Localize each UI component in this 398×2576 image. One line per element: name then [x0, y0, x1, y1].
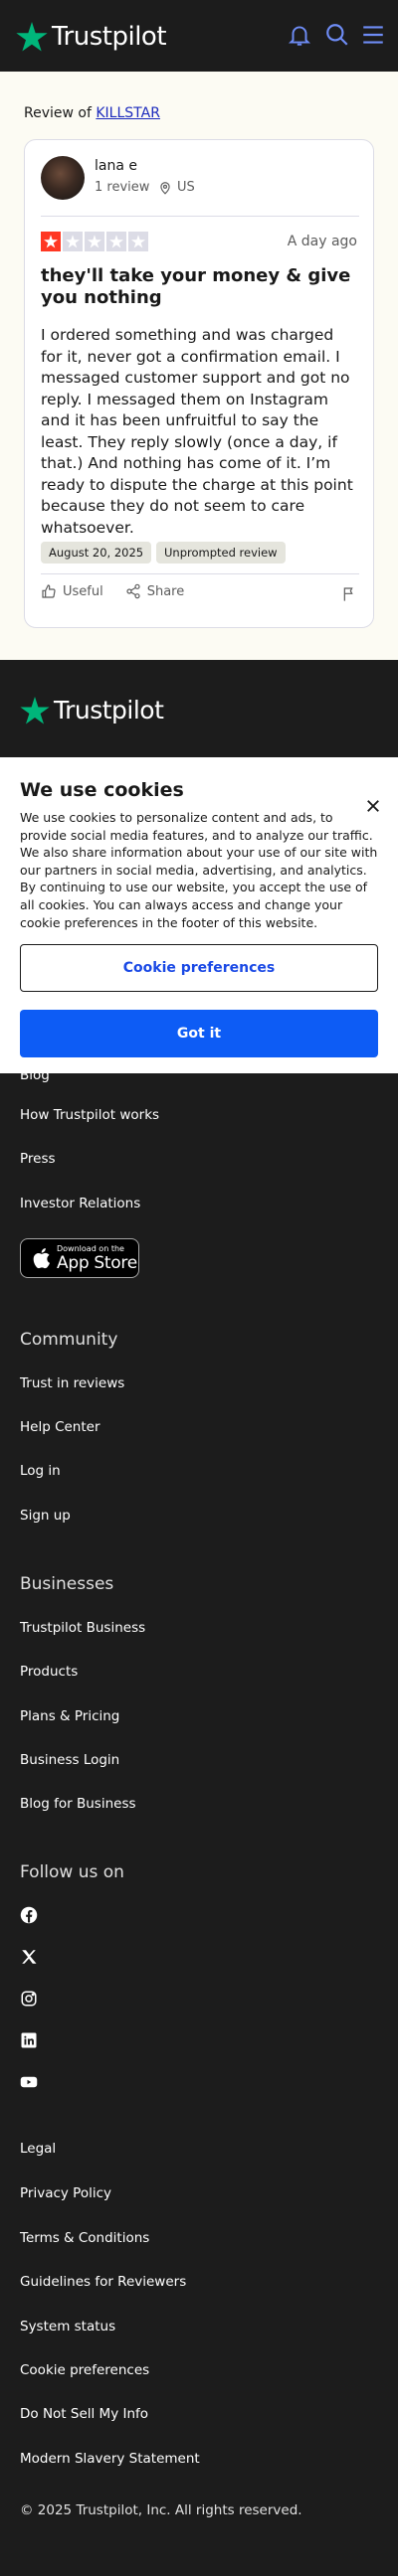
review-date: A day ago	[287, 234, 357, 249]
review-card: lana e 1 review US A day ago they'll tak…	[24, 139, 374, 628]
cookie-banner: We use cookies We use cookies to persona…	[0, 757, 398, 1073]
footer-link-trust-in-reviews[interactable]: Trust in reviews	[20, 1375, 124, 1391]
footer-heading-businesses: Businesses	[20, 1574, 114, 1594]
facebook-icon[interactable]	[20, 1906, 38, 1924]
review-of-line: Review of KILLSTAR	[24, 105, 160, 121]
cookie-banner-title: We use cookies	[20, 779, 184, 801]
linkedin-icon[interactable]	[20, 2031, 38, 2049]
footer-link-privacy-policy[interactable]: Privacy Policy	[20, 2185, 111, 2201]
instagram-icon[interactable]	[20, 1990, 38, 2008]
x-icon[interactable]	[20, 1948, 38, 1966]
footer-link-trustpilot-business[interactable]: Trustpilot Business	[20, 1620, 145, 1636]
footer-link-sign-up[interactable]: Sign up	[20, 1508, 71, 1524]
brand-name: Trustpilot	[52, 22, 167, 52]
thumbs-up-icon	[42, 584, 56, 598]
reviewer-name[interactable]: lana e	[95, 158, 137, 174]
copyright: © 2025 Trustpilot, Inc. All rights reser…	[20, 2502, 302, 2518]
review-actions: Useful Share	[41, 583, 184, 599]
flag-icon[interactable]	[341, 585, 357, 603]
star-filled-icon	[41, 232, 61, 251]
share-label: Share	[146, 583, 185, 599]
divider	[41, 216, 359, 217]
got-it-button[interactable]: Got it	[20, 1010, 378, 1057]
footer-brand-name: Trustpilot	[54, 696, 164, 724]
footer-heading-community: Community	[20, 1330, 118, 1350]
search-icon[interactable]	[324, 22, 350, 48]
footer-link-blog-for-business[interactable]: Blog for Business	[20, 1796, 136, 1812]
footer-link-products[interactable]: Products	[20, 1664, 78, 1680]
experience-date-badge: August 20, 2025	[41, 542, 152, 564]
footer-link-business-login[interactable]: Business Login	[20, 1752, 119, 1768]
app-store-big-text: App Store	[57, 1253, 137, 1273]
bell-icon[interactable]	[287, 22, 312, 48]
star-empty-icon	[106, 232, 126, 251]
unprompted-review-badge[interactable]: Unprompted review	[156, 542, 286, 564]
star-empty-icon	[128, 232, 148, 251]
trustpilot-star-icon	[16, 22, 48, 52]
review-title[interactable]: they'll take your money & give you nothi…	[41, 265, 359, 309]
trustpilot-logo[interactable]: Trustpilot	[16, 22, 167, 52]
footer-link-do-not-sell[interactable]: Do Not Sell My Info	[20, 2406, 148, 2422]
star-empty-icon	[85, 232, 104, 251]
company-link[interactable]: KILLSTAR	[96, 105, 160, 121]
menu-icon[interactable]	[360, 22, 386, 48]
star-rating	[41, 232, 148, 251]
location-pin-icon	[160, 181, 170, 195]
reviewer-review-count: 1 review	[95, 180, 150, 195]
cookie-preferences-button[interactable]: Cookie preferences	[20, 944, 378, 992]
useful-label: Useful	[63, 583, 103, 599]
share-button[interactable]: Share	[125, 583, 185, 599]
share-icon	[126, 583, 140, 599]
country-code: US	[177, 180, 195, 195]
trustpilot-star-icon	[20, 696, 50, 724]
footer-link-how-it-works[interactable]: How Trustpilot works	[20, 1107, 159, 1123]
footer-link-system-status[interactable]: System status	[20, 2319, 115, 2334]
app-store-badge[interactable]: Download on the App Store	[20, 1238, 139, 1278]
youtube-icon[interactable]	[20, 2073, 38, 2091]
useful-button[interactable]: Useful	[41, 583, 103, 599]
footer-link-cookie-preferences[interactable]: Cookie preferences	[20, 2362, 149, 2378]
site-header: Trustpilot	[0, 0, 398, 72]
cookie-banner-text: We use cookies to personalize content an…	[20, 810, 378, 930]
footer-link-legal[interactable]: Legal	[20, 2141, 56, 2157]
review-body: I ordered something and was charged for …	[41, 326, 353, 537]
footer-link-help-center[interactable]: Help Center	[20, 1419, 100, 1435]
footer-heading-follow: Follow us on	[20, 1862, 124, 1882]
avatar[interactable]	[41, 156, 85, 200]
footer-link-press[interactable]: Press	[20, 1151, 56, 1167]
apple-icon	[33, 1248, 50, 1269]
footer-link-terms[interactable]: Terms & Conditions	[20, 2230, 149, 2246]
footer-link-log-in[interactable]: Log in	[20, 1463, 61, 1479]
divider	[41, 573, 359, 574]
review-page: Review of KILLSTAR lana e 1 review US A …	[0, 72, 398, 660]
footer-link-plans-pricing[interactable]: Plans & Pricing	[20, 1708, 119, 1724]
star-empty-icon	[63, 232, 83, 251]
footer-link-modern-slavery[interactable]: Modern Slavery Statement	[20, 2451, 200, 2467]
footer-link-guidelines[interactable]: Guidelines for Reviewers	[20, 2274, 186, 2290]
footer-trustpilot-logo[interactable]: Trustpilot	[20, 696, 164, 724]
review-of-label: Review of	[24, 105, 92, 121]
reviewer-country: US	[158, 180, 195, 195]
footer-link-investor-relations[interactable]: Investor Relations	[20, 1196, 140, 1211]
